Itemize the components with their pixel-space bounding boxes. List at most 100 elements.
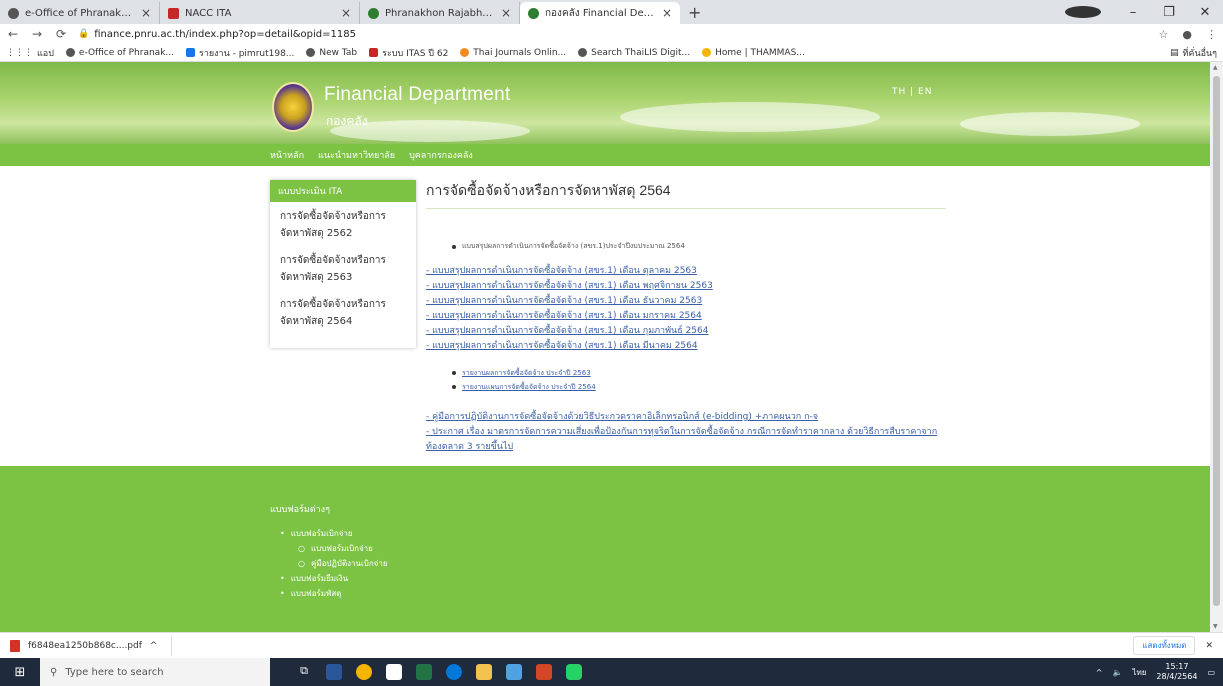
window-controls: – ❐ ✕: [1065, 0, 1223, 24]
close-download-bar-icon[interactable]: ✕: [1205, 641, 1213, 651]
link-risk-announcement[interactable]: - ประกาศ เรื่อง มาตรการจัดการความเสี่ยงเ…: [426, 425, 946, 455]
other-bookmarks[interactable]: ▤ ที่คั่นอื่นๆ: [1170, 46, 1217, 60]
bookmark-label: Thai Journals Onlin...: [473, 47, 567, 58]
site-footer: แบบฟอร์มต่างๆ แบบฟอร์มเบิกจ่าย แบบฟอร์มเ…: [0, 466, 1210, 632]
site-title: Financial Department: [324, 84, 511, 105]
footer-item-supplies[interactable]: แบบฟอร์มพัสดุ: [280, 586, 388, 601]
close-tab-icon[interactable]: ×: [662, 6, 672, 20]
footer-item-disbursement[interactable]: แบบฟอร์มเบิกจ่าย แบบฟอร์มเบิกจ่าย คู่มือ…: [280, 526, 388, 571]
back-arrow-icon[interactable]: ←: [6, 27, 20, 41]
line-icon[interactable]: [566, 664, 582, 680]
link-plan-2564[interactable]: รายงานแผนการจัดซื้อจัดจ้าง ประจำปี 2564: [462, 380, 596, 394]
bookmark-label: e-Office of Phranak...: [78, 47, 174, 58]
bookmark-thai-journals[interactable]: Thai Journals Onlin...: [460, 48, 566, 58]
word-icon[interactable]: [326, 664, 342, 680]
bookmark-report[interactable]: รายงาน - pimrut198...: [185, 46, 294, 60]
file-explorer-icon[interactable]: [476, 664, 492, 680]
address-bar: ← → ⟳ 🔒 finance.pnru.ac.th/index.php?op=…: [0, 24, 1223, 44]
close-tab-icon[interactable]: ×: [341, 6, 351, 20]
nav-staff[interactable]: บุคลากรกองคลัง: [409, 148, 473, 162]
nav-home[interactable]: หน้าหลัก: [270, 148, 304, 162]
globe-icon: [528, 7, 539, 19]
bookmark-thammasat[interactable]: Home | THAMMAS...: [702, 48, 805, 58]
close-window-button[interactable]: ✕: [1187, 5, 1223, 20]
minimize-button[interactable]: –: [1115, 5, 1151, 20]
scroll-thumb[interactable]: [1213, 76, 1220, 606]
nacc-icon: [168, 7, 179, 19]
sidebar-item-2563[interactable]: การจัดซื้อจัดจ้างหรือการจัดหาพัสดุ 2563: [270, 246, 416, 290]
globe-icon: [306, 48, 316, 57]
tab-pnru[interactable]: Phranakhon Rajabhat University ×: [360, 2, 520, 24]
menu-icon[interactable]: ⋮: [1206, 28, 1217, 41]
clock[interactable]: 15:17 28/4/2564: [1156, 662, 1197, 682]
report-links: รายงานผลการจัดซื้อจัดจ้าง ประจำปี 2563 ร…: [452, 366, 946, 394]
bullet-icon: [452, 244, 456, 249]
link-jan-2564[interactable]: - แบบสรุปผลการดำเนินการจัดซื้อจัดจ้าง (ส…: [426, 309, 946, 324]
language-switch[interactable]: TH | EN: [892, 87, 932, 97]
nav-about-university[interactable]: แนะนำมหาวิทยาลัย: [318, 148, 395, 162]
tray-chevron-icon[interactable]: ^: [1096, 668, 1103, 677]
page-scrollbar[interactable]: ▲ ▼: [1210, 62, 1223, 632]
sidebar-item-2564[interactable]: การจัดซื้อจัดจ้างหรือการจัดหาพัสดุ 2564: [270, 290, 416, 334]
chrome-icon[interactable]: [356, 664, 372, 680]
tab-e-office[interactable]: e-Office of Phranakhon Rajabhat ×: [0, 2, 160, 24]
link-report-2563[interactable]: รายงานผลการจัดซื้อจัดจ้าง ประจำปี 2563: [462, 366, 591, 380]
system-tray: ^ 🔈 ไทย 15:17 28/4/2564 ▭: [1096, 662, 1223, 682]
excel-icon[interactable]: [416, 664, 432, 680]
bookmark-e-office[interactable]: e-Office of Phranak...: [65, 47, 174, 58]
bookmark-thailis[interactable]: Search ThaiLIS Digit...: [578, 48, 690, 58]
taskbar-search[interactable]: ⚲ Type here to search: [40, 658, 270, 686]
footer-sub-disbursement-form[interactable]: แบบฟอร์มเบิกจ่าย: [298, 541, 388, 556]
scroll-down-icon[interactable]: ▼: [1213, 623, 1218, 630]
bookmark-apps[interactable]: ⋮⋮⋮ แอป: [6, 46, 54, 60]
bookmark-itas[interactable]: ระบบ ITAS ปี 62: [369, 46, 448, 60]
link-nov-2563[interactable]: - แบบสรุปผลการดำเนินการจัดซื้อจัดจ้าง (ส…: [426, 279, 946, 294]
link-mar-2564[interactable]: - แบบสรุปผลการดำเนินการจัดซื้อจัดจ้าง (ส…: [426, 339, 946, 354]
store-icon[interactable]: [386, 664, 402, 680]
scroll-up-icon[interactable]: ▲: [1213, 64, 1218, 71]
search-icon: ⚲: [50, 666, 58, 678]
show-all-button[interactable]: แสดงทั้งหมด: [1133, 636, 1196, 655]
close-tab-icon[interactable]: ×: [501, 6, 511, 20]
link-oct-2563[interactable]: - แบบสรุปผลการดำเนินการจัดซื้อจัดจ้าง (ส…: [426, 264, 946, 279]
windows-start-icon[interactable]: ⊞: [0, 665, 40, 680]
link-dec-2563[interactable]: - แบบสรุปผลการดำเนินการจัดซื้อจัดจ้าง (ส…: [426, 294, 946, 309]
download-bar: f6848ea1250b868c....pdf ^ แสดงทั้งหมด ✕: [0, 632, 1223, 658]
bookmark-label: Search ThaiLIS Digit...: [591, 47, 691, 58]
footer-sub-disbursement-manual[interactable]: คู่มือปฏิบัติงานเบิกจ่าย: [298, 556, 388, 571]
link-feb-2564[interactable]: - แบบสรุปผลการดำเนินการจัดซื้อจัดจ้าง (ส…: [426, 324, 946, 339]
powerpoint-icon[interactable]: [536, 664, 552, 680]
input-language[interactable]: ไทย: [1132, 666, 1146, 679]
edge-icon[interactable]: [446, 664, 462, 680]
ita-sidebar: แบบประเมิน ITA การจัดซื้อจัดจ้างหรือการจ…: [270, 180, 416, 348]
close-tab-icon[interactable]: ×: [141, 6, 151, 20]
link-e-bidding-manual[interactable]: - คู่มือการปฏิบัติงานการจัดซื้อจัดจ้างด้…: [426, 410, 946, 425]
url-field[interactable]: 🔒 finance.pnru.ac.th/index.php?op=detail…: [78, 29, 356, 40]
clock-time: 15:17: [1165, 662, 1189, 671]
footer-title: แบบฟอร์มต่างๆ: [270, 505, 330, 515]
account-icon[interactable]: ●: [1182, 28, 1192, 41]
tab-nacc-ita[interactable]: NACC ITA ×: [160, 2, 360, 24]
new-tab-button[interactable]: +: [680, 2, 709, 24]
bookmark-new-tab[interactable]: New Tab: [306, 48, 357, 58]
chevron-up-icon[interactable]: ^: [150, 641, 158, 651]
download-file-name[interactable]: f6848ea1250b868c....pdf: [28, 641, 142, 651]
intro-text: แบบสรุปผลการดำเนินการจัดซื้อจัดจ้าง (สขร…: [462, 242, 685, 250]
notification-icon[interactable]: ▭: [1207, 668, 1215, 677]
star-icon[interactable]: ☆: [1159, 28, 1169, 41]
mail-icon[interactable]: [506, 664, 522, 680]
main-content: การจัดซื้อจัดจ้างหรือการจัดหาพัสดุ 2564 …: [426, 180, 946, 455]
forward-arrow-icon[interactable]: →: [30, 27, 44, 41]
report-icon: [185, 48, 195, 57]
reload-icon[interactable]: ⟳: [54, 27, 68, 41]
thammasat-icon: [702, 48, 712, 57]
university-logo[interactable]: [272, 82, 314, 132]
maximize-button[interactable]: ❐: [1151, 5, 1187, 20]
bookmarks-bar: ⋮⋮⋮ แอป e-Office of Phranak... รายงาน - p…: [0, 44, 1223, 62]
task-view-icon[interactable]: ⧉: [296, 664, 312, 680]
footer-item-loan[interactable]: แบบฟอร์มยืมเงิน: [280, 571, 388, 586]
profile-icon[interactable]: [1065, 6, 1101, 18]
volume-icon[interactable]: 🔈: [1112, 668, 1122, 677]
sidebar-item-2562[interactable]: การจัดซื้อจัดจ้างหรือการจัดหาพัสดุ 2562: [270, 202, 416, 246]
tab-financial-department[interactable]: กองคลัง Financial Department ×: [520, 2, 680, 24]
